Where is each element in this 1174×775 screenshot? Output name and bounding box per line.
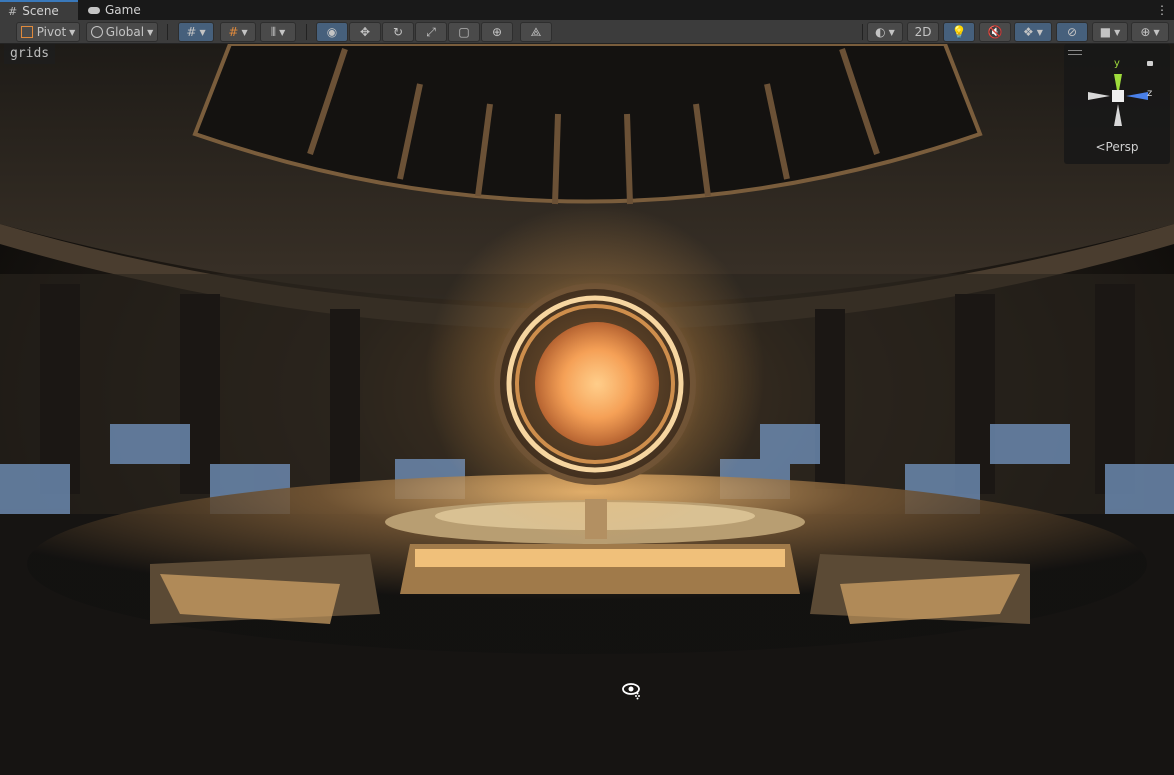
toolbar-separator (167, 24, 168, 40)
chevron-down-icon: ▼ (888, 27, 895, 37)
view-tool-icon: ◉ (326, 25, 338, 39)
increment-snap-button[interactable]: ⦀ ▼ (260, 22, 296, 42)
gamepad-icon (88, 6, 100, 14)
scene-render (0, 44, 1174, 775)
grid-snap-icon: # (186, 25, 197, 39)
pivot-dropdown[interactable]: Pivot ▼ (16, 22, 80, 42)
global-label: Global (105, 25, 145, 39)
custom-tool-icon: ⟁ (530, 24, 542, 39)
z-axis-label: z (1147, 88, 1153, 99)
chevron-down-icon: ▼ (279, 27, 286, 37)
globe-icon (90, 26, 103, 38)
grid-snap-button[interactable]: # ▼ (178, 22, 214, 42)
move-tool-icon: ✥ (359, 25, 371, 39)
gizmos-dropdown[interactable]: ⊕ ▼ (1131, 22, 1169, 42)
rect-tool-icon: ▢ (458, 25, 470, 39)
rotate-tool-button[interactable]: ↻ (382, 22, 414, 42)
hidden-objects-toggle[interactable]: ⊘ (1056, 22, 1088, 42)
camera-icon: ■ (1099, 25, 1112, 39)
scale-tool-button[interactable]: ⤢ (415, 22, 447, 42)
custom-tool-button[interactable]: ⟁ (520, 22, 552, 42)
center-cube[interactable] (1112, 90, 1124, 102)
neg-z-axis-cone[interactable] (1088, 92, 1110, 100)
tab-game-label: Game (105, 3, 141, 17)
scene-toolbar: Pivot ▼ Global ▼ # ▼ # ▼ ⦀ ▼ ◉ ✥ ↻ ⤢ ▢ ⊕ ⟁ ◐ ▼… (0, 20, 1174, 44)
window-tab-bar: # Scene Game ⋮ (0, 0, 1174, 20)
neg-y-axis-cone[interactable] (1114, 104, 1122, 126)
lighting-icon: 💡 (951, 25, 967, 39)
draw-mode-dropdown[interactable]: ◐ ▼ (867, 22, 903, 42)
scene-viewport[interactable]: grids y z <Persp (0, 44, 1174, 775)
z-axis-cone[interactable] (1126, 92, 1148, 100)
view-cursor-icon (620, 681, 642, 705)
gizmos-icon: ⊕ (1140, 25, 1151, 39)
toolbar-separator (862, 24, 863, 40)
draw-mode-icon: ◐ (875, 25, 886, 39)
2d-toggle-button[interactable]: 2D (907, 22, 939, 42)
2d-toggle-label: 2D (914, 25, 932, 39)
toolbar-separator (306, 24, 307, 40)
tab-game[interactable]: Game (80, 0, 150, 20)
projection-toggle[interactable]: <Persp (1064, 140, 1170, 154)
perspective-icon: < (1095, 140, 1106, 154)
tab-scene[interactable]: # Scene (0, 0, 78, 20)
effects-dropdown[interactable]: ❖ ▼ (1014, 22, 1052, 42)
projection-label: Persp (1105, 140, 1139, 154)
chevron-down-icon: ▼ (1153, 27, 1160, 37)
grids-overlay-label: grids (4, 44, 56, 64)
pivot-label: Pivot (36, 25, 67, 39)
transform-tool-icon: ⊕ (491, 25, 503, 39)
view-tool-button[interactable]: ◉ (316, 22, 348, 42)
increment-snap-icon: ⦀ (270, 24, 277, 39)
global-dropdown[interactable]: Global ▼ (86, 22, 158, 42)
tab-scene-label: Scene (22, 4, 59, 18)
rotate-tool-icon: ↻ (392, 25, 404, 39)
more-options-icon[interactable]: ⋮ (1156, 3, 1168, 17)
chevron-down-icon: ▼ (241, 27, 248, 37)
hidden-objects-icon: ⊘ (1066, 25, 1078, 39)
audio-icon: 🔇 (987, 25, 1003, 39)
chevron-down-icon: ▼ (1114, 27, 1121, 37)
grid-visibility-icon: # (228, 25, 239, 39)
grid-icon: # (8, 4, 18, 18)
scale-tool-icon: ⤢ (426, 24, 436, 39)
orientation-gizmo-panel[interactable]: y z <Persp (1064, 44, 1170, 164)
effects-icon: ❖ (1023, 25, 1034, 39)
lighting-toggle-button[interactable]: 💡 (943, 22, 975, 42)
rect-tool-button[interactable]: ▢ (448, 22, 480, 42)
grid-visibility-button[interactable]: # ▼ (220, 22, 256, 42)
audio-toggle-button[interactable]: 🔇 (979, 22, 1011, 42)
pivot-icon (20, 26, 33, 38)
chevron-down-icon: ▼ (199, 27, 206, 37)
chevron-down-icon: ▼ (69, 27, 76, 37)
camera-settings-dropdown[interactable]: ■ ▼ (1092, 22, 1128, 42)
y-axis-label: y (1114, 58, 1120, 69)
move-tool-button[interactable]: ✥ (349, 22, 381, 42)
chevron-down-icon: ▼ (1036, 27, 1043, 37)
transform-tool-button[interactable]: ⊕ (481, 22, 513, 42)
chevron-down-icon: ▼ (147, 27, 154, 37)
